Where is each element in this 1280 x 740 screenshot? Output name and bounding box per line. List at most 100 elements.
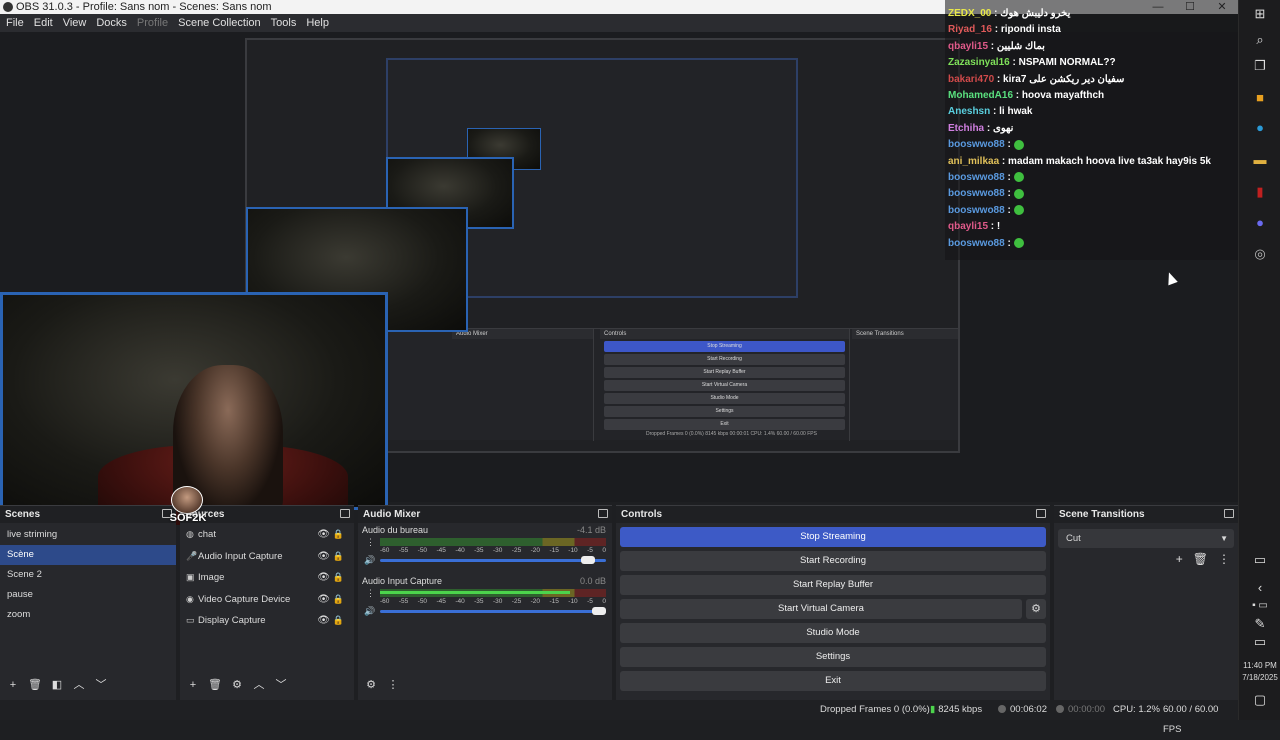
- notifications-icon[interactable]: ▢: [1252, 692, 1268, 708]
- file-explorer-icon[interactable]: ▬: [1252, 152, 1268, 168]
- studio-mode-button[interactable]: Studio Mode: [620, 623, 1046, 643]
- visibility-eye-icon[interactable]: 👁: [317, 567, 330, 589]
- move-source-down-button[interactable]: ﹀: [272, 678, 290, 692]
- add-source-button[interactable]: +: [184, 678, 202, 692]
- chat-username: booswwo88: [948, 188, 1005, 200]
- scene-item[interactable]: Scene 2: [0, 565, 176, 585]
- lock-icon[interactable]: 🔒: [333, 546, 344, 568]
- mute-speaker-icon[interactable]: 🔊: [364, 606, 375, 617]
- add-transition-button[interactable]: +: [1176, 552, 1183, 566]
- lock-icon[interactable]: 🔒: [333, 567, 344, 589]
- source-properties-button[interactable]: ⚙: [228, 678, 246, 692]
- windows-start-icon[interactable]: ⊞: [1252, 6, 1268, 22]
- source-label: chat: [198, 529, 216, 540]
- scene-filters-button[interactable]: ◧: [48, 678, 66, 692]
- undock-icon[interactable]: [1036, 509, 1046, 518]
- scene-item[interactable]: zoom: [0, 605, 176, 625]
- meter-tick-label: -10: [568, 598, 578, 605]
- pen-icon[interactable]: ✎: [1252, 616, 1268, 632]
- lock-icon[interactable]: 🔒: [333, 610, 344, 632]
- edge-icon[interactable]: ●: [1252, 120, 1268, 136]
- source-item[interactable]: ▭ Display Capture 👁 🔒: [180, 610, 354, 632]
- menu-tools[interactable]: Tools: [271, 17, 297, 29]
- search-icon[interactable]: ⌕: [1252, 32, 1268, 48]
- menu-docks[interactable]: Docks: [96, 17, 127, 29]
- transition-select[interactable]: Cut ▼: [1058, 529, 1234, 548]
- scene-item[interactable]: live striming: [0, 525, 176, 545]
- move-source-up-button[interactable]: ︿: [250, 678, 268, 692]
- transition-properties-button[interactable]: ⋮: [1218, 552, 1230, 566]
- keyboard-icon[interactable]: ▭: [1252, 552, 1268, 568]
- touch-keyboard-icon[interactable]: ▭: [1252, 634, 1268, 650]
- start-recording-button[interactable]: Start Recording: [620, 551, 1046, 571]
- move-scene-down-button[interactable]: ﹀: [92, 678, 110, 692]
- taskbar-clock[interactable]: 11:40 PM 7/18/2025: [1239, 660, 1280, 684]
- scene-item[interactable]: Scène: [0, 545, 176, 565]
- mixer-menu-button[interactable]: ⋮: [384, 678, 402, 692]
- channel-menu-icon[interactable]: ⋮: [366, 588, 375, 599]
- task-view-icon[interactable]: ❐: [1252, 58, 1268, 74]
- volume-slider[interactable]: [380, 556, 606, 564]
- chat-message: booswwo88 :: [948, 186, 1235, 202]
- lock-icon[interactable]: 🔒: [333, 589, 344, 611]
- start-replay-buffer-button[interactable]: Start Replay Buffer: [620, 575, 1046, 595]
- meter-tick-label: -40: [455, 598, 465, 605]
- meter-tick-label: -5: [587, 547, 593, 554]
- scenes-dock: Scenes live striming Scène Scene 2 pause zoo…: [0, 505, 176, 700]
- source-item[interactable]: 🎤Audio Input Capture 👁 🔒: [180, 546, 354, 568]
- menu-file[interactable]: File: [6, 17, 24, 29]
- chevron-up-icon[interactable]: ‹: [1252, 580, 1268, 596]
- undock-icon[interactable]: [1224, 509, 1234, 518]
- mute-speaker-icon[interactable]: 🔊: [364, 555, 375, 566]
- virtual-camera-row: Start Virtual Camera ⚙: [616, 595, 1050, 619]
- remove-source-button[interactable]: 🗑: [206, 678, 224, 692]
- store-icon[interactable]: ■: [1252, 90, 1268, 106]
- stop-streaming-button[interactable]: Stop Streaming: [620, 527, 1046, 547]
- source-item[interactable]: ◉ Video Capture Device 👁 🔒: [180, 589, 354, 611]
- obs-taskbar-icon[interactable]: ◎: [1252, 246, 1268, 262]
- monitor-icon: ▭: [186, 615, 195, 625]
- remove-transition-button[interactable]: 🗑: [1193, 552, 1208, 566]
- exit-button[interactable]: Exit: [620, 671, 1046, 691]
- channel-menu-icon[interactable]: ⋮: [366, 537, 375, 548]
- app-icon-red[interactable]: ▮: [1252, 184, 1268, 200]
- bitrate-indicator: ▮ 8245 kbps: [930, 700, 982, 720]
- volume-slider[interactable]: [380, 607, 606, 615]
- source-item[interactable]: ▣ Image 👁 🔒: [180, 567, 354, 589]
- volume-slider-handle[interactable]: [592, 607, 606, 615]
- menu-edit[interactable]: Edit: [34, 17, 53, 29]
- start-virtual-camera-button[interactable]: Start Virtual Camera: [620, 599, 1022, 619]
- undock-icon[interactable]: [340, 509, 350, 518]
- lock-icon[interactable]: 🔒: [333, 524, 344, 546]
- tray-icons[interactable]: ▪ ▭: [1252, 598, 1268, 614]
- undock-icon[interactable]: [598, 509, 608, 518]
- visibility-eye-icon[interactable]: 👁: [317, 546, 330, 568]
- chat-emote-icon: [1013, 205, 1024, 216]
- nested-studio-mode: Studio Mode: [604, 393, 845, 404]
- meter-tick-label: -15: [549, 547, 559, 554]
- visibility-eye-icon[interactable]: 👁: [317, 524, 330, 546]
- chat-emote-icon: [1013, 139, 1024, 150]
- channel-name: Audio Input Capture: [362, 576, 443, 586]
- visibility-eye-icon[interactable]: 👁: [317, 589, 330, 611]
- virtual-camera-settings-gear-icon[interactable]: ⚙: [1026, 599, 1046, 619]
- move-scene-up-button[interactable]: ︿: [70, 678, 88, 692]
- discord-icon[interactable]: ●: [1252, 215, 1268, 231]
- advanced-audio-button[interactable]: ⚙: [362, 678, 380, 692]
- chat-separator: :: [1013, 90, 1022, 102]
- chat-text: NSPAMI NORMAL??: [1018, 57, 1116, 69]
- remove-scene-button[interactable]: 🗑: [26, 678, 44, 692]
- channel-db: 0.0 dB: [579, 576, 606, 586]
- menu-view[interactable]: View: [63, 17, 87, 29]
- menu-help[interactable]: Help: [306, 17, 329, 29]
- add-scene-button[interactable]: +: [4, 678, 22, 692]
- sources-dock: Sources ◍ chat 👁 🔒 🎤Audio Input Capture 👁 🔒 ▣ Im…: [180, 505, 354, 700]
- chat-separator: :: [984, 122, 994, 134]
- visibility-eye-icon[interactable]: 👁: [317, 610, 330, 632]
- scene-item[interactable]: pause: [0, 585, 176, 605]
- menu-scene-collection[interactable]: Scene Collection: [178, 17, 261, 29]
- settings-button[interactable]: Settings: [620, 647, 1046, 667]
- sources-toolbar: + 🗑 ⚙ ︿ ﹀: [184, 678, 290, 692]
- volume-slider-handle[interactable]: [580, 556, 595, 564]
- chat-separator: :: [991, 8, 1001, 19]
